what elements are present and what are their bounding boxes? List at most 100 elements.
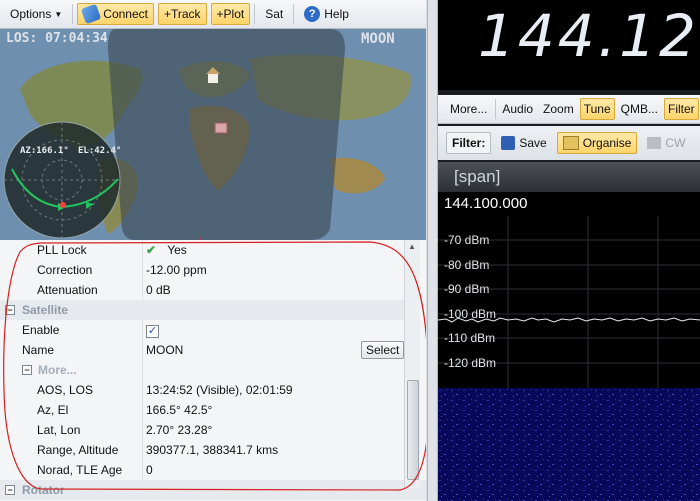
property-value: 0: [146, 463, 153, 477]
filter-button[interactable]: Filter: [663, 98, 699, 120]
scroll-up-icon[interactable]: ▲: [408, 242, 416, 251]
options-menu[interactable]: Options ▼: [4, 3, 68, 25]
radio-pane: 144.125.0 More... Audio Zoom Tune QMB...…: [437, 0, 700, 501]
property-row-aos-los[interactable]: AOS, LOS 13:24:52 (Visible), 02:01:59: [0, 380, 404, 400]
save-icon: [501, 136, 516, 150]
help-button[interactable]: ? Help: [298, 3, 355, 25]
qmb-button[interactable]: QMB...: [617, 98, 662, 120]
waterfall-graphic: [438, 388, 700, 501]
dbm-label: -90 dBm: [444, 282, 490, 296]
property-key: Name: [22, 343, 55, 357]
dbm-label: -110 dBm: [444, 331, 496, 345]
property-row-correction[interactable]: Correction -12.00 ppm: [0, 260, 404, 280]
az-readout: AZ:166.1°: [20, 146, 69, 156]
property-row-range-altitude[interactable]: Range, Altitude 390377.1, 388341.7 kms: [0, 440, 404, 460]
plot-button[interactable]: +Plot: [210, 3, 251, 25]
organise-button[interactable]: Organise: [556, 132, 638, 154]
property-row-attenuation[interactable]: Attenuation 0 dB: [0, 280, 404, 300]
property-value: -12.00 ppm: [146, 263, 207, 277]
audio-button[interactable]: Audio: [498, 98, 537, 120]
waterfall-display[interactable]: [438, 388, 700, 501]
property-key: Correction: [37, 263, 93, 277]
toolbar-separator: [495, 99, 497, 119]
property-row-enable[interactable]: Enable ✓: [0, 320, 404, 340]
property-key: AOS, LOS: [37, 383, 94, 397]
spectrum-display[interactable]: -70 dBm -80 dBm -90 dBm -100 dBm -110 dB…: [437, 216, 700, 388]
dbm-label: -70 dBm: [444, 233, 490, 247]
pane-splitter[interactable]: [427, 0, 438, 501]
left-pane: Options ▼ Connect +Track +Plot Sat ? Hel…: [0, 0, 426, 501]
property-row-pll-lock[interactable]: PLL Lock ✔ Yes: [0, 240, 404, 260]
property-key: Attenuation: [37, 283, 98, 297]
cw-label: CW: [665, 136, 686, 150]
track-button[interactable]: +Track: [157, 3, 207, 25]
help-label: Help: [324, 7, 349, 21]
category-rotator[interactable]: − Rotator: [0, 480, 426, 500]
help-icon: ?: [304, 6, 321, 22]
collapse-icon[interactable]: −: [22, 365, 32, 375]
zoom-button[interactable]: Zoom: [539, 98, 578, 120]
los-countdown: LOS: 07:04:34: [6, 31, 108, 46]
scrollbar-thumb[interactable]: [407, 380, 419, 480]
category-label: More...: [38, 363, 77, 377]
connect-label: Connect: [103, 7, 148, 21]
cw-button[interactable]: CW: [641, 132, 691, 154]
dbm-label: -100 dBm: [444, 307, 497, 321]
property-row-lat-lon[interactable]: Lat, Lon 2.70° 23.28°: [0, 420, 404, 440]
pll-lock-value: Yes: [167, 243, 187, 257]
filter-toolbar: Filter: Save Organise CW: [438, 126, 700, 160]
property-value: 390377.1, 388341.7 kms: [146, 443, 279, 457]
property-value: 0 dB: [146, 283, 171, 297]
checkmark-icon: ✔: [146, 243, 157, 257]
more-button[interactable]: More...: [444, 98, 493, 120]
target-name: MOON: [361, 31, 395, 47]
organise-icon: [562, 136, 579, 150]
toolbar-separator: [254, 4, 256, 24]
main-toolbar: Options ▼ Connect +Track +Plot Sat ? Hel…: [0, 0, 426, 29]
property-value: 2.70° 23.28°: [146, 423, 213, 437]
select-button[interactable]: Select: [361, 341, 405, 359]
category-satellite[interactable]: − Satellite: [0, 300, 404, 320]
satellite-dish-icon: [81, 3, 102, 25]
frequency-display[interactable]: 144.125.0: [438, 0, 700, 90]
property-row-norad[interactable]: Norad, TLE Age 0: [0, 460, 404, 480]
frequency-readout: 144.125.0: [478, 2, 700, 70]
tune-button[interactable]: Tune: [579, 98, 615, 120]
span-header[interactable]: [span]: [438, 162, 700, 192]
property-key: Range, Altitude: [37, 443, 119, 457]
category-label: Satellite: [22, 303, 69, 317]
collapse-icon[interactable]: −: [5, 485, 15, 495]
property-row-name[interactable]: Name MOON Select: [0, 340, 405, 360]
properties-scrollbar[interactable]: ▲: [404, 240, 420, 488]
sat-button[interactable]: Sat: [259, 3, 289, 25]
enable-checkbox[interactable]: ✓: [146, 325, 159, 338]
dbm-label: -80 dBm: [444, 258, 490, 272]
property-key: Az, El: [37, 403, 69, 417]
connect-button[interactable]: Connect: [77, 3, 154, 25]
property-value: 166.5° 42.5°: [146, 403, 213, 417]
toolbar-separator: [72, 4, 74, 24]
save-label: Save: [519, 136, 547, 150]
radio-toolbar: More... Audio Zoom Tune QMB... Filter: [438, 95, 700, 124]
property-key: PLL Lock: [37, 243, 87, 257]
track-label: +Track: [163, 7, 201, 21]
cw-icon: [647, 137, 662, 149]
plot-label: +Plot: [216, 7, 245, 21]
app-window: Options ▼ Connect +Track +Plot Sat ? Hel…: [0, 0, 700, 501]
property-key: Enable: [22, 323, 60, 337]
property-value: ✓: [146, 323, 159, 338]
collapse-icon[interactable]: −: [5, 305, 15, 315]
category-more[interactable]: − More...: [0, 360, 404, 380]
save-button[interactable]: Save: [495, 132, 552, 154]
sat-label: Sat: [265, 7, 284, 21]
world-map[interactable]: LOS: 07:04:34 MOON AZ:166.1° EL:42.4°: [0, 29, 426, 240]
property-value: ✔ Yes: [146, 243, 187, 257]
property-key: Norad, TLE Age: [37, 463, 123, 477]
properties-grid: PLL Lock ✔ Yes Correction -12.00 ppm Att…: [0, 240, 426, 501]
span-frequency: 144.100.000: [438, 192, 700, 216]
property-row-az-el[interactable]: Az, El 166.5° 42.5°: [0, 400, 404, 420]
category-label: Rotator: [22, 483, 65, 497]
property-value: 13:24:52 (Visible), 02:01:59: [146, 383, 293, 397]
options-label: Options: [10, 7, 52, 21]
el-readout: EL:42.4°: [78, 146, 122, 156]
